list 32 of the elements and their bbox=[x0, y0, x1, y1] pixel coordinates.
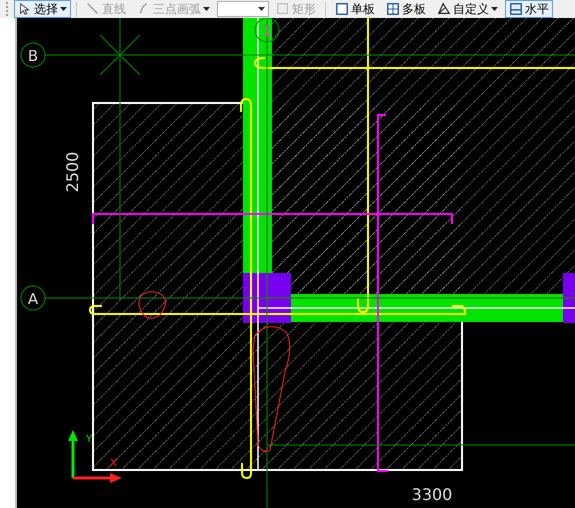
cloud-mark bbox=[138, 291, 166, 319]
tool-icon bbox=[437, 2, 451, 16]
toolbar-button[interactable]: 多板 bbox=[382, 0, 430, 18]
tool-icon bbox=[86, 2, 100, 16]
axis-label: 1 bbox=[262, 22, 272, 40]
x-axis-arrow bbox=[73, 473, 122, 483]
tool-icon bbox=[509, 2, 523, 16]
tool-icon bbox=[335, 2, 349, 16]
toolbar-button[interactable]: 水平 bbox=[505, 0, 553, 18]
cross-mark bbox=[100, 34, 140, 76]
toolbar-button[interactable]: 选择 bbox=[14, 0, 71, 18]
column bbox=[563, 273, 575, 323]
tool-icon bbox=[386, 2, 400, 16]
caret-icon bbox=[258, 7, 265, 11]
x-axis-label: X bbox=[110, 458, 117, 469]
toolbar-button[interactable]: 单板 bbox=[331, 0, 379, 18]
dimension-text: 2500 bbox=[63, 152, 82, 192]
y-axis-arrow bbox=[68, 430, 78, 478]
axis-bubble bbox=[254, 18, 280, 42]
axis-bubble bbox=[20, 286, 46, 310]
dimension-text: 3300 bbox=[412, 485, 452, 504]
axis-bubble bbox=[20, 42, 46, 68]
caret-icon bbox=[491, 7, 498, 11]
tool-icon bbox=[18, 2, 32, 16]
caret-icon bbox=[60, 7, 67, 11]
y-axis-label: Y bbox=[86, 434, 92, 445]
toolbar-grip[interactable] bbox=[6, 2, 11, 16]
caret-icon bbox=[203, 7, 210, 11]
toolbar-button[interactable]: 自定义 bbox=[433, 0, 502, 18]
dropdown-field[interactable] bbox=[217, 1, 269, 17]
axis-label: B bbox=[28, 47, 38, 65]
axis-label: A bbox=[28, 290, 38, 308]
